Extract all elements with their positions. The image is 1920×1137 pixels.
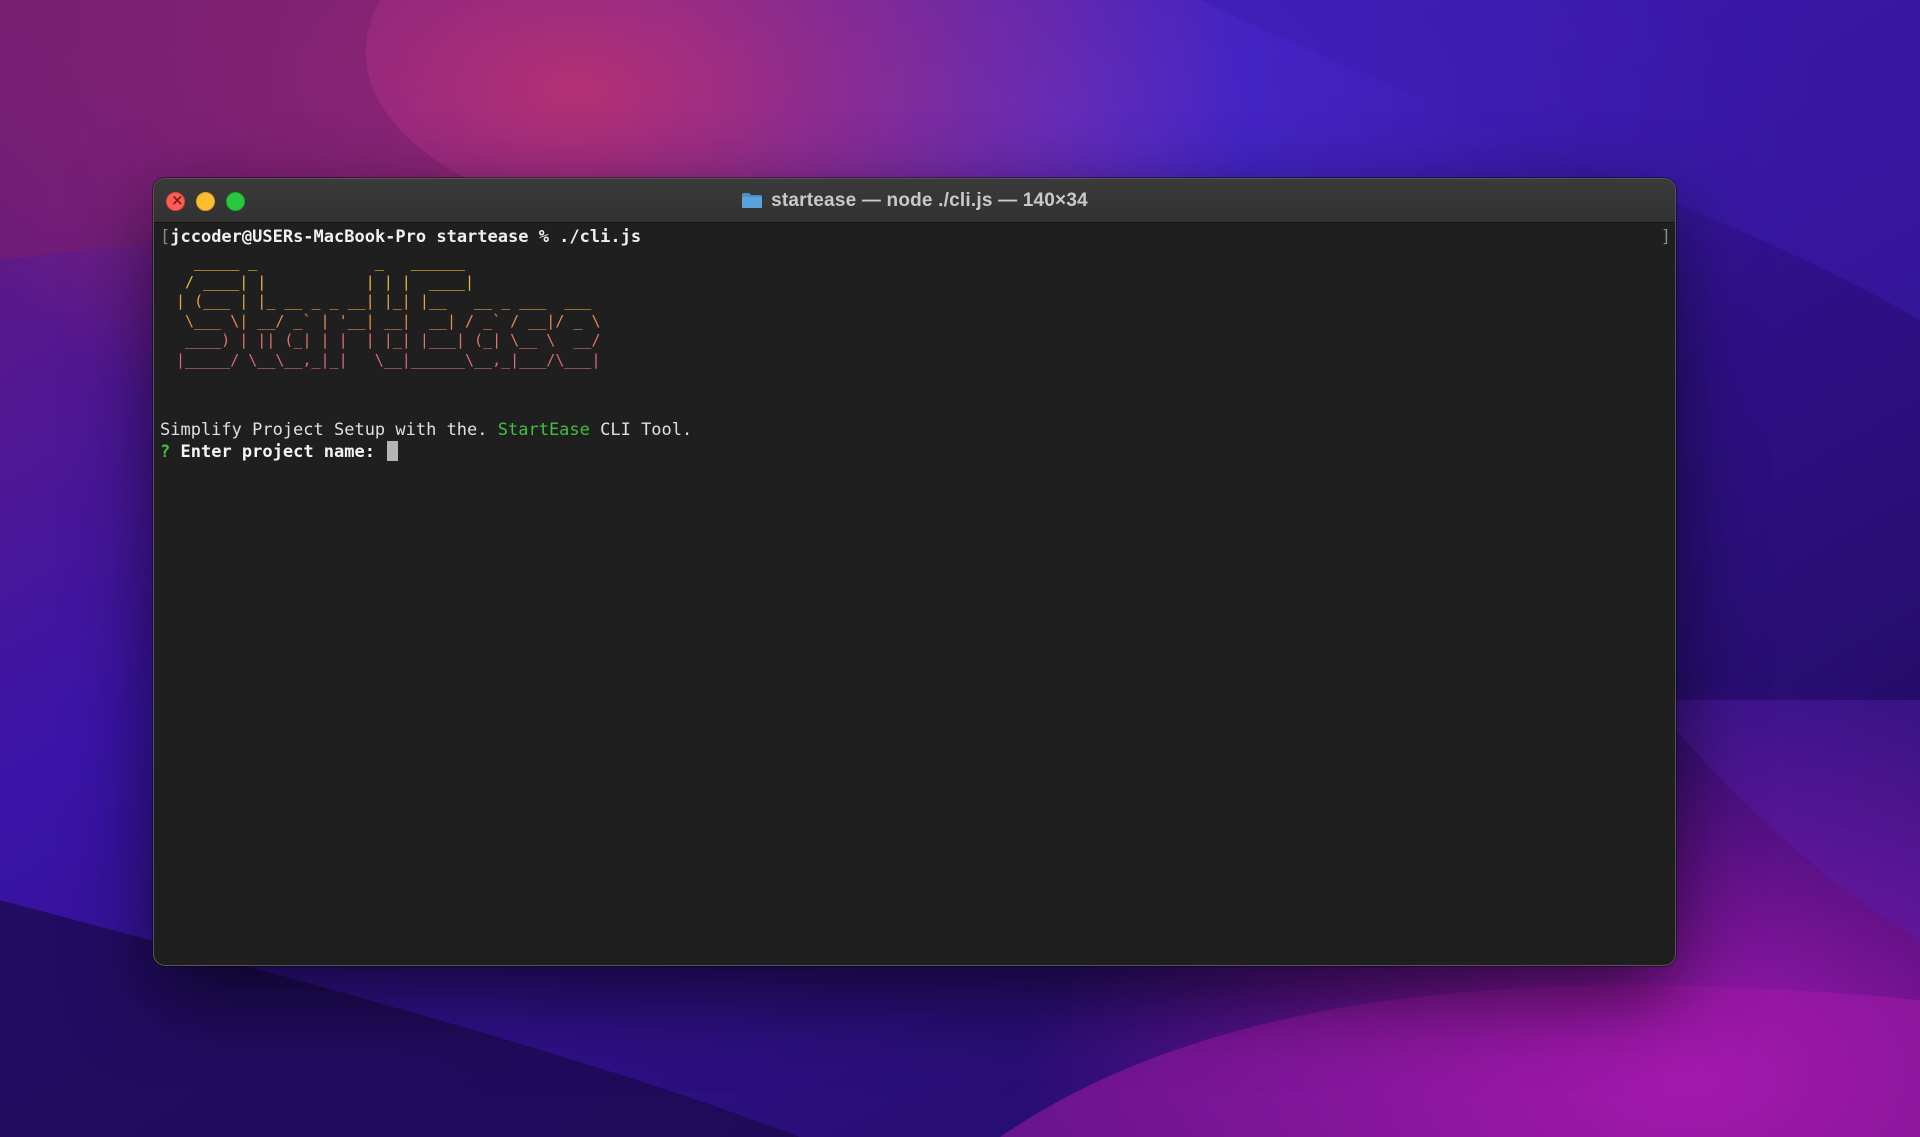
banner-line-2: / ____| | | | | ____| — [167, 272, 475, 291]
tagline-suffix: CLI Tool. — [589, 420, 693, 440]
question-mark: ? — [160, 442, 171, 462]
window-title-group: startease — node ./cli.js — 140×34 — [154, 179, 1675, 222]
tagline: Simplify Project Setup with the. StartEa… — [160, 419, 692, 441]
banner-line-4: \___ \| __/ _` | '__| __| __| / _` / __|… — [167, 311, 601, 330]
project-name-prompt[interactable]: ? Enter project name: — [160, 441, 399, 463]
terminal-window[interactable]: startease — node ./cli.js — 140×34 [jcco… — [153, 178, 1676, 966]
shell-command: jccoder@USERs-MacBook-Pro startease % ./… — [170, 227, 642, 247]
window-titlebar[interactable]: startease — node ./cli.js — 140×34 — [154, 179, 1675, 223]
command-line: [jccoder@USERs-MacBook-Pro startease % .… — [160, 226, 641, 248]
tagline-prefix: Simplify Project Setup with the. — [160, 420, 498, 440]
text-cursor[interactable] — [387, 441, 399, 461]
banner-line-3: | (___ | |_ __ _ _ __| |_| |__ __ _ ___ … — [167, 292, 592, 310]
scroll-bracket: ] — [1660, 227, 1671, 247]
prompt-bracket: [ — [160, 227, 171, 247]
ascii-banner: _____ _ _ ______ / ____| | | | | ____| |… — [167, 253, 600, 370]
prompt-label: Enter project name: — [180, 442, 375, 462]
banner-line-1: _____ _ _ ______ — [167, 253, 466, 271]
banner-line-6: |_____/ \__\__,_|_| \__|______\__,_|___/… — [167, 350, 601, 369]
folder-icon — [741, 192, 763, 209]
terminal-output[interactable]: [jccoder@USERs-MacBook-Pro startease % .… — [154, 223, 1675, 965]
tagline-brand: StartEase — [497, 420, 590, 440]
window-title: startease — node ./cli.js — 140×34 — [771, 189, 1088, 211]
banner-line-5: ____) | || (_| | | | |_| |___| (_| \__ \… — [167, 331, 601, 349]
